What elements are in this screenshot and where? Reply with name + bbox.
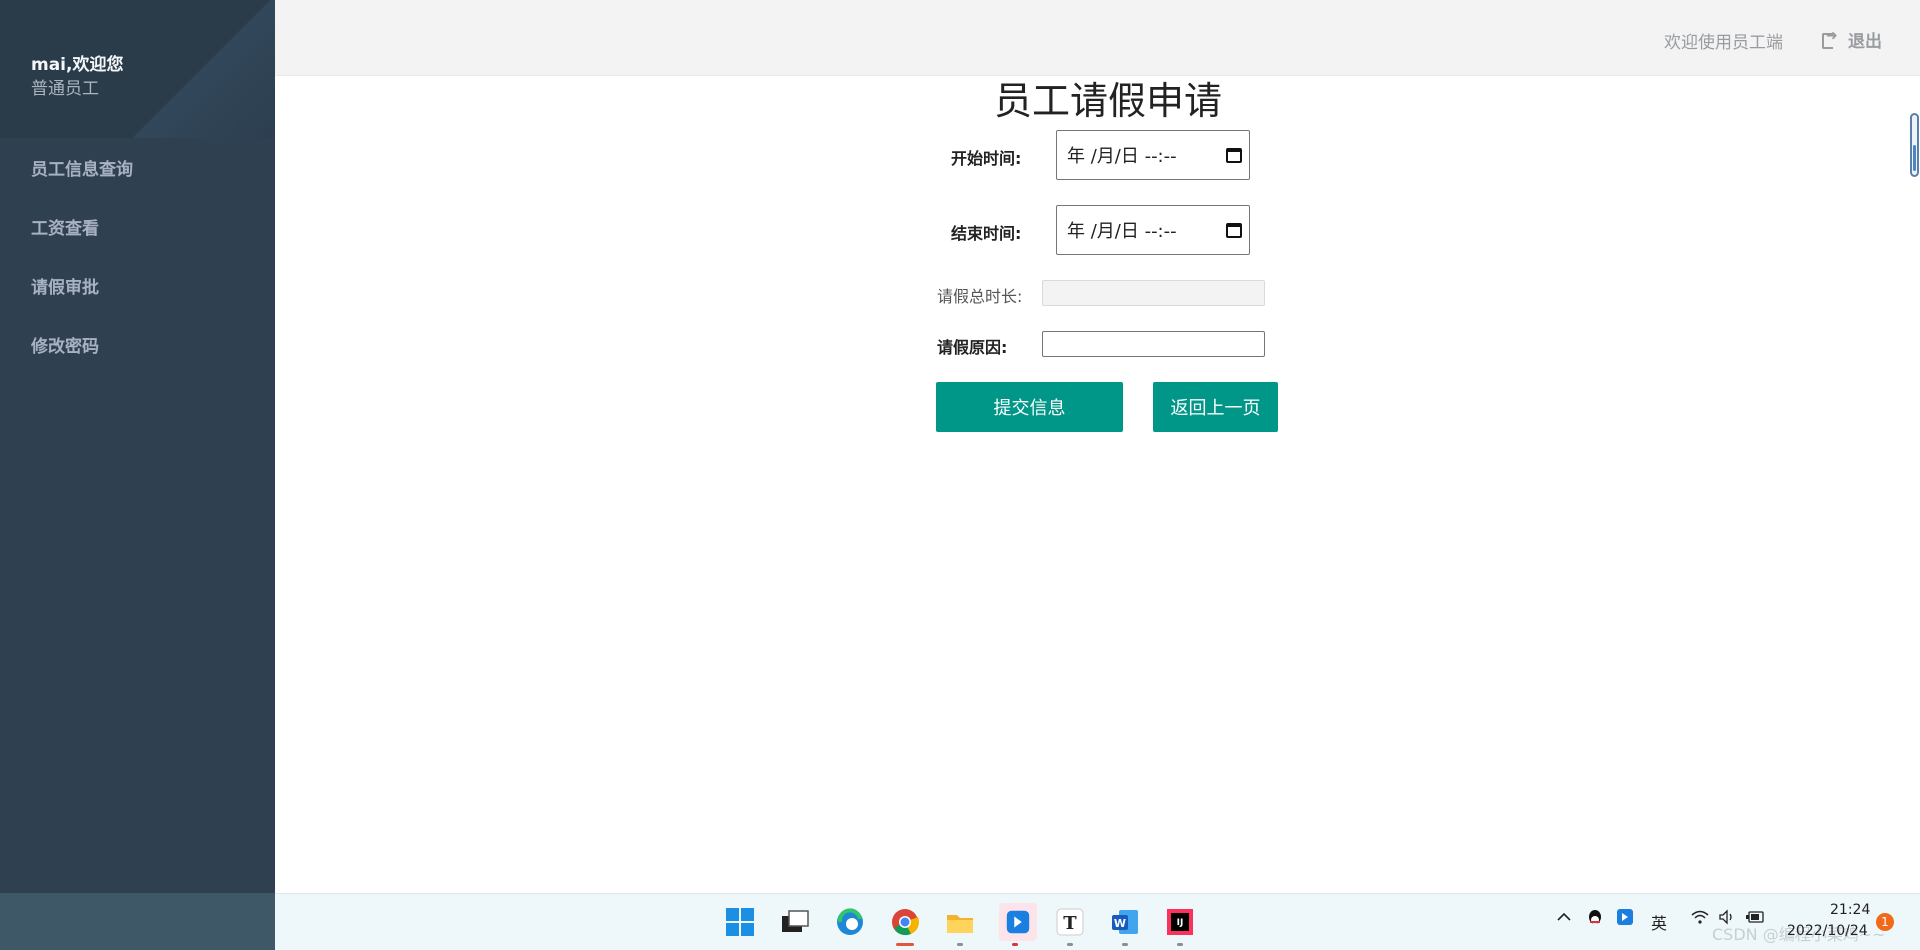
end-time-label: 结束时间: (951, 224, 1022, 243)
user-profile: mai,欢迎您 普通员工 (0, 0, 275, 138)
user-role: 普通员工 (31, 79, 99, 99)
sidebar-item-salary[interactable]: 工资查看 (0, 197, 275, 256)
reason-label: 请假原因: (937, 338, 1008, 357)
app-indicator (1012, 943, 1018, 946)
intellij-indicator (1177, 943, 1183, 946)
tray-app-icon[interactable] (1617, 909, 1633, 929)
notification-badge[interactable]: 1 (1876, 913, 1894, 931)
svg-text:T: T (1063, 913, 1077, 934)
top-header: 欢迎使用员工端 退出 (275, 0, 1920, 76)
calendar-icon[interactable] (1226, 223, 1242, 238)
logout-label: 退出 (1848, 32, 1882, 52)
welcome-text: 欢迎使用员工端 (1664, 33, 1783, 53)
qq-icon[interactable] (1586, 909, 1604, 931)
windows-start-icon[interactable] (724, 906, 756, 938)
scrollbar[interactable] (1910, 113, 1919, 177)
sidebar-nav: 员工信息查询 工资查看 请假审批 修改密码 (0, 138, 275, 374)
start-time-value: 年 /月/日 --:-- (1067, 146, 1177, 167)
clock-date[interactable]: 2022/10/24 (1787, 923, 1868, 939)
page-title: 员工请假申请 (994, 79, 1223, 123)
typora-icon[interactable]: T (1054, 906, 1086, 938)
start-time-label: 开始时间: (951, 149, 1022, 168)
typora-indicator (1067, 943, 1073, 946)
chrome-running-indicator (896, 943, 914, 946)
taskbar (275, 893, 1920, 950)
edge-icon[interactable] (834, 906, 866, 938)
sidebar-item-change-password[interactable]: 修改密码 (0, 315, 275, 374)
task-view-icon[interactable] (779, 906, 811, 938)
chrome-icon[interactable] (889, 906, 921, 938)
calendar-icon[interactable] (1226, 148, 1242, 163)
duration-label: 请假总时长: (937, 287, 1023, 306)
app-icon[interactable] (999, 903, 1037, 941)
svg-text:IJ: IJ (1177, 918, 1184, 928)
back-button[interactable]: 返回上一页 (1153, 382, 1278, 432)
submit-button[interactable]: 提交信息 (936, 382, 1123, 432)
start-time-input[interactable]: 年 /月/日 --:-- (1056, 130, 1250, 180)
end-time-value: 年 /月/日 --:-- (1067, 221, 1177, 242)
clock-time[interactable]: 21:24 (1830, 902, 1870, 918)
chevron-up-icon[interactable] (1556, 909, 1572, 929)
user-name[interactable]: mai,欢迎您 (31, 50, 123, 75)
file-explorer-indicator (957, 943, 963, 946)
svg-text:W: W (1114, 917, 1126, 930)
input-language[interactable]: 英 (1651, 910, 1667, 934)
logout-button[interactable]: 退出 (1822, 27, 1882, 52)
intellij-icon[interactable]: IJ (1164, 906, 1196, 938)
sidebar-item-leave-approval[interactable]: 请假审批 (0, 256, 275, 315)
end-time-input[interactable]: 年 /月/日 --:-- (1056, 205, 1250, 255)
word-icon[interactable]: W (1109, 906, 1141, 938)
wifi-icon[interactable] (1690, 909, 1710, 929)
word-indicator (1122, 943, 1128, 946)
sidebar: mai,欢迎您 普通员工 员工信息查询 工资查看 请假审批 修改密码 (0, 0, 275, 950)
duration-field (1042, 280, 1265, 306)
sign-out-icon (1822, 28, 1838, 49)
sidebar-footer (0, 893, 275, 950)
file-explorer-icon[interactable] (944, 906, 976, 938)
sidebar-item-employee-info[interactable]: 员工信息查询 (0, 138, 275, 197)
reason-input[interactable] (1042, 331, 1265, 357)
